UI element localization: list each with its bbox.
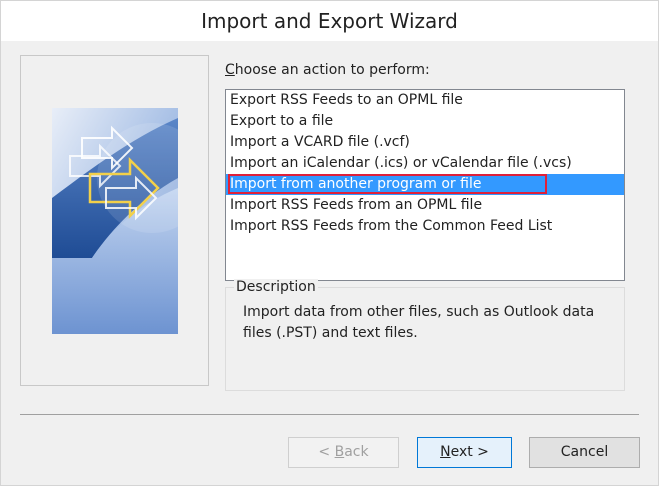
action-listbox[interactable]: Export RSS Feeds to an OPML file Export … [225, 89, 625, 281]
button-separator [20, 414, 639, 415]
selection-highlight-outline [228, 174, 547, 194]
list-item-import-rss-opml[interactable]: Import RSS Feeds from an OPML file [226, 195, 624, 216]
description-title: Description [234, 279, 318, 295]
choose-action-label: Choose an action to perform: [225, 62, 430, 78]
back-button[interactable]: < Back [288, 437, 399, 468]
wizard-art-frame [20, 55, 209, 386]
wizard-window: Import and Export Wizard Choose an actio… [0, 0, 659, 486]
list-item-import-vcard[interactable]: Import a VCARD file (.vcf) [226, 132, 624, 153]
next-button[interactable]: Next > [417, 437, 512, 468]
cancel-button[interactable]: Cancel [529, 437, 640, 468]
list-item-import-icalendar[interactable]: Import an iCalendar (.ics) or vCalendar … [226, 153, 624, 174]
description-text: Import data from other files, such as Ou… [243, 304, 595, 341]
list-item-export-rss-opml[interactable]: Export RSS Feeds to an OPML file [226, 90, 624, 111]
list-item-import-rss-common-feed[interactable]: Import RSS Feeds from the Common Feed Li… [226, 216, 624, 237]
import-export-arrows-graphic-icon [52, 108, 178, 334]
list-item-export-to-file[interactable]: Export to a file [226, 111, 624, 132]
wizard-pane: Choose an action to perform: Export RSS … [1, 41, 658, 485]
list-item-import-from-another-program[interactable]: Import from another program or file [226, 174, 624, 195]
choose-action-mnemonic: C [225, 62, 235, 78]
window-title: Import and Export Wizard [1, 1, 658, 41]
